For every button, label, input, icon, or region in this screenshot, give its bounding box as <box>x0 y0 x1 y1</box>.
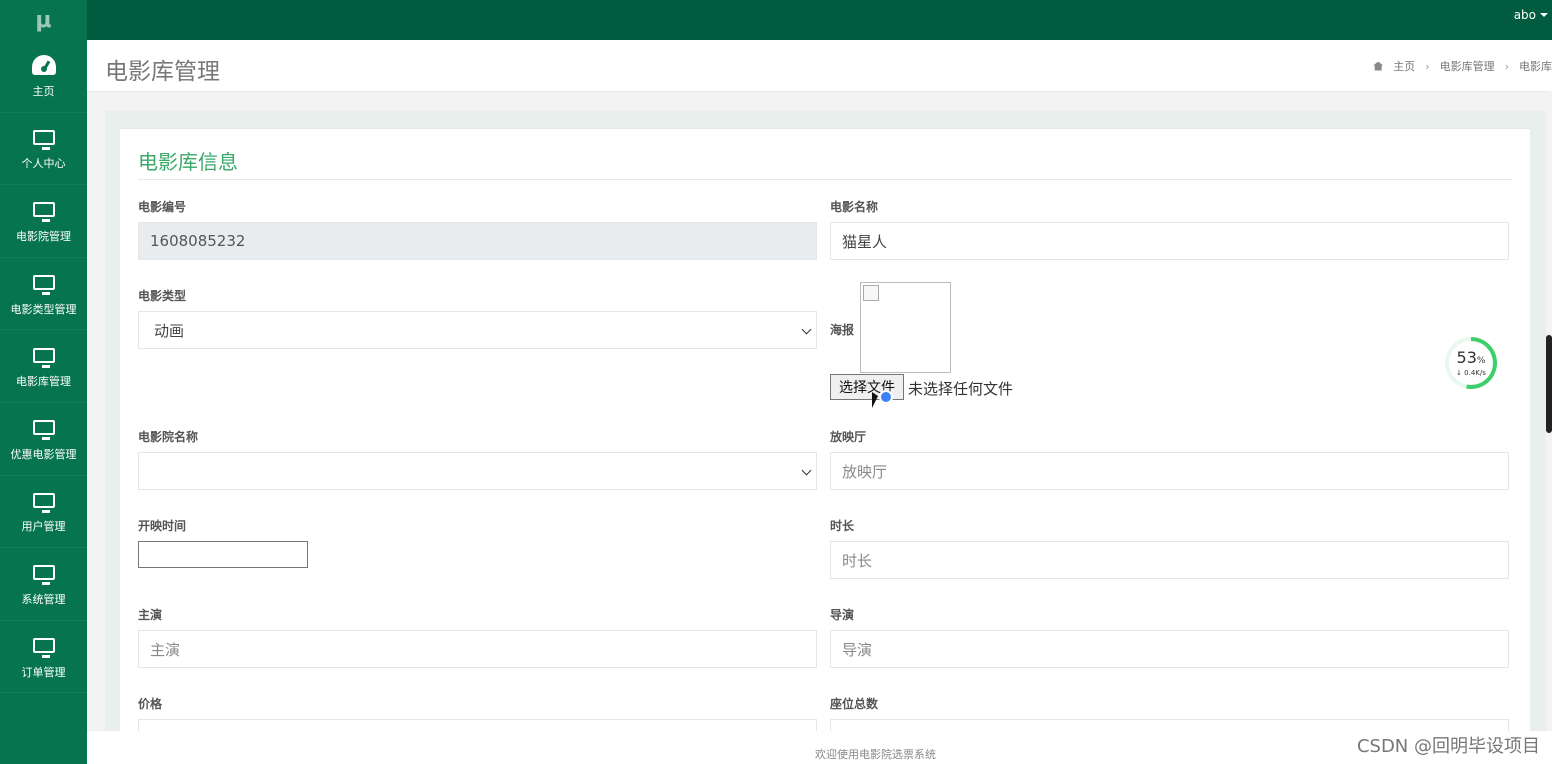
movie-type-value: 动画 <box>154 321 185 340</box>
actors-input[interactable]: 主演 <box>138 630 817 668</box>
monitor-icon <box>31 416 57 441</box>
sidebar-item-home[interactable]: 主页 <box>0 40 87 113</box>
user-menu[interactable]: abo <box>1514 8 1548 22</box>
file-status: 未选择任何文件 <box>908 380 1014 398</box>
network-speed-widget[interactable]: 53% ↓ 0.4K/s <box>1445 337 1497 389</box>
chevron-down-icon <box>801 465 812 476</box>
cinema-name-label: 电影院名称 <box>138 430 199 444</box>
sidebar-item-movie-type[interactable]: 电影类型管理 <box>0 258 87 331</box>
show-time-input[interactable] <box>138 541 308 568</box>
sidebar-item-label: 用户管理 <box>21 520 66 534</box>
price-label: 价格 <box>138 697 163 711</box>
sidebar-item-label: 电影库管理 <box>16 375 71 389</box>
sidebar-item-label: 优惠电影管理 <box>10 447 77 461</box>
app-logo: μ <box>0 0 87 40</box>
speed-rate: ↓ 0.4K/s <box>1456 368 1486 377</box>
price-input[interactable] <box>138 719 817 731</box>
sidebar-item-label: 主页 <box>32 84 55 98</box>
footer-text: 欢迎使用电影院选票系统 <box>815 748 936 761</box>
breadcrumb-separator: › <box>1504 59 1509 73</box>
form-title: 电影库信息 <box>138 150 238 174</box>
movie-type-select[interactable]: 动画 <box>138 311 817 349</box>
sidebar-item-discount-movie[interactable]: 优惠电影管理 <box>0 403 87 476</box>
monitor-icon <box>31 634 57 659</box>
movie-name-label: 电影名称 <box>830 200 879 214</box>
sidebar-item-system[interactable]: 系统管理 <box>0 548 87 621</box>
breadcrumb: 主页 › 电影库管理 › 电影库 <box>1373 58 1552 74</box>
sidebar-item-cinema[interactable]: 电影院管理 <box>0 185 87 258</box>
broken-image-icon <box>863 285 879 301</box>
poster-label: 海报 <box>830 323 855 337</box>
top-bar: μ abo <box>0 0 1552 40</box>
hall-input[interactable]: 放映厅 <box>830 452 1509 490</box>
director-label: 导演 <box>830 608 855 622</box>
breadcrumb-separator: › <box>1425 59 1430 73</box>
sidebar-item-label: 电影院管理 <box>16 229 71 243</box>
breadcrumb-home[interactable]: 主页 <box>1393 58 1415 74</box>
movie-no-label: 电影编号 <box>138 200 187 214</box>
scrollbar-thumb[interactable] <box>1546 335 1552 433</box>
sidebar-item-label: 订单管理 <box>21 665 66 679</box>
page-header: 电影库管理 主页 › 电影库管理 › 电影库 <box>87 40 1552 92</box>
chevron-down-icon <box>1540 13 1548 17</box>
dashboard-icon <box>31 53 57 77</box>
duration-label: 时长 <box>830 519 855 533</box>
movie-name-input[interactable]: 猫星人 <box>830 222 1509 260</box>
monitor-icon <box>31 343 57 368</box>
loading-icon <box>879 390 893 404</box>
movie-type-label: 电影类型 <box>138 289 187 303</box>
home-icon <box>1373 61 1384 71</box>
page-title: 电影库管理 <box>105 59 220 85</box>
mouse-cursor-icon <box>872 392 878 408</box>
monitor-icon <box>31 561 57 586</box>
monitor-icon <box>31 125 57 150</box>
footer: 欢迎使用电影院选票系统 <box>87 731 1552 764</box>
show-time-label: 开映时间 <box>138 519 187 533</box>
director-input[interactable]: 导演 <box>830 630 1509 668</box>
chevron-down-icon <box>801 324 812 335</box>
monitor-icon <box>31 198 57 223</box>
duration-input[interactable]: 时长 <box>830 541 1509 579</box>
form-title-divider <box>138 179 1512 180</box>
sidebar: 主页 个人中心 电影院管理 电影类型管理 电影库管理 优惠电影管理 用户管理 系… <box>0 40 87 764</box>
monitor-icon <box>31 271 57 296</box>
sidebar-item-profile[interactable]: 个人中心 <box>0 113 87 186</box>
seats-input[interactable] <box>830 719 1509 731</box>
sidebar-item-label: 系统管理 <box>21 592 66 606</box>
poster-preview <box>860 282 951 373</box>
breadcrumb-section[interactable]: 电影库管理 <box>1440 58 1495 74</box>
speed-percent: 53% <box>1456 347 1486 367</box>
seats-label: 座位总数 <box>830 697 879 711</box>
sidebar-item-movie-library[interactable]: 电影库管理 <box>0 330 87 403</box>
watermark: CSDN @回明毕设项目 <box>1356 736 1540 757</box>
cinema-name-select[interactable] <box>138 452 817 490</box>
monitor-icon <box>31 488 57 513</box>
user-name: abo <box>1513 8 1536 22</box>
sidebar-item-orders[interactable]: 订单管理 <box>0 621 87 694</box>
sidebar-item-label: 电影类型管理 <box>10 302 77 316</box>
breadcrumb-current: 电影库 <box>1519 60 1552 73</box>
sidebar-item-label: 个人中心 <box>21 157 66 171</box>
actors-label: 主演 <box>138 608 163 622</box>
movie-no-input: 1608085232 <box>138 222 817 260</box>
sidebar-item-users[interactable]: 用户管理 <box>0 476 87 549</box>
hall-label: 放映厅 <box>830 430 867 444</box>
